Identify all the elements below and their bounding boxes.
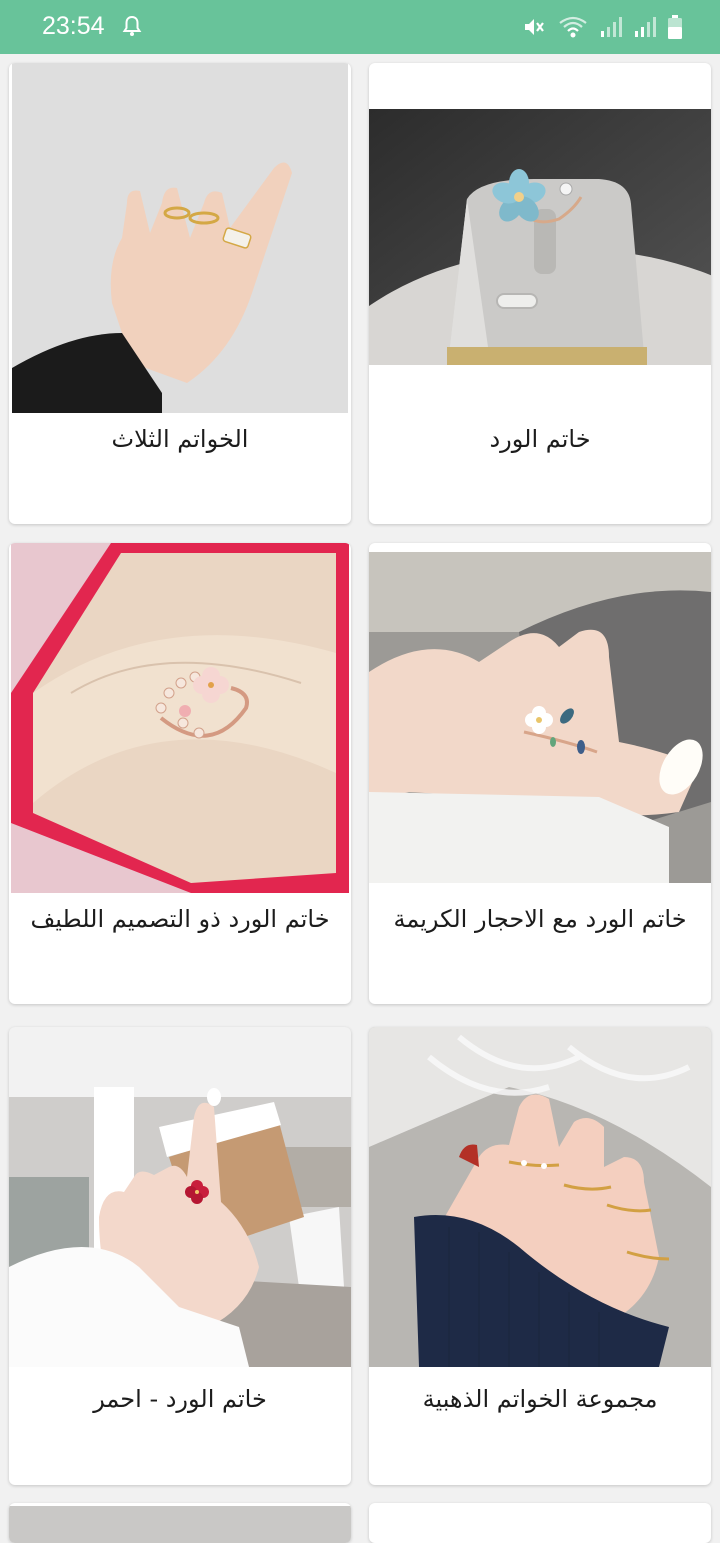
product-title: خاتم الورد xyxy=(489,425,591,453)
product-title: خاتم الورد ذو التصميم اللطيف xyxy=(30,905,330,933)
product-image xyxy=(12,63,348,413)
clock: 23:54 xyxy=(42,12,105,40)
status-bar: 23:54 xyxy=(0,0,720,54)
product-title: الخواتم الثلاث xyxy=(111,425,249,453)
product-image xyxy=(369,109,711,365)
product-card[interactable]: خاتم الورد ذو التصميم اللطيف xyxy=(9,543,351,1004)
product-title: خاتم الورد - احمر xyxy=(93,1385,267,1413)
signal-icon xyxy=(601,17,622,37)
product-image xyxy=(369,552,711,883)
product-card[interactable]: خاتم الورد مع الاحجار الكريمة xyxy=(369,543,711,1004)
signal-icon xyxy=(635,17,656,37)
wifi-icon xyxy=(559,16,587,38)
product-card[interactable]: خاتم الورد xyxy=(369,63,711,524)
product-title: خاتم الورد مع الاحجار الكريمة xyxy=(393,905,687,933)
product-card[interactable] xyxy=(369,1503,711,1543)
product-image xyxy=(9,1027,351,1367)
product-title: مجموعة الخواتم الذهبية xyxy=(422,1385,658,1413)
product-card[interactable]: الخواتم الثلاث xyxy=(9,63,351,524)
product-image xyxy=(11,543,349,893)
notification-bell-icon xyxy=(122,15,142,36)
product-image xyxy=(9,1506,351,1543)
product-card[interactable]: خاتم الورد - احمر xyxy=(9,1027,351,1485)
product-card[interactable] xyxy=(9,1503,351,1543)
product-card[interactable]: مجموعة الخواتم الذهبية xyxy=(369,1027,711,1485)
battery-icon xyxy=(668,15,682,39)
mute-icon xyxy=(525,19,544,35)
product-image xyxy=(369,1027,711,1367)
